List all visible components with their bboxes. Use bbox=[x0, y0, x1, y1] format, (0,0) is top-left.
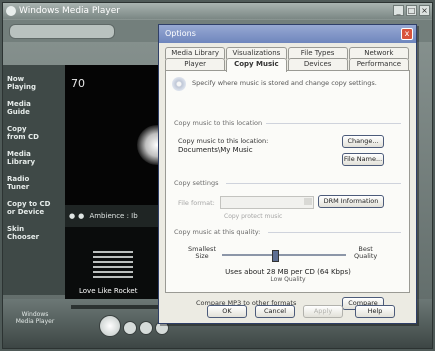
panel-intro: Specify where music is stored and change… bbox=[192, 79, 377, 87]
minimize-icon[interactable]: _ bbox=[393, 5, 404, 16]
stop-button[interactable] bbox=[123, 321, 137, 335]
tab-player[interactable]: Player bbox=[165, 58, 226, 70]
ok-button[interactable]: OK bbox=[207, 305, 247, 318]
quality-estimate-sub: Low Quality bbox=[270, 276, 306, 283]
location-caption: Copy music to this location: bbox=[178, 137, 269, 145]
player-search-box[interactable] bbox=[9, 24, 115, 39]
visualization-name: Ambience : Ib bbox=[89, 212, 138, 220]
previous-button[interactable] bbox=[139, 321, 153, 335]
close-icon[interactable]: × bbox=[419, 5, 430, 16]
copy-protect-checkbox[interactable]: Copy protect music bbox=[224, 213, 282, 220]
quality-group-label: Copy music at this quality: bbox=[174, 228, 261, 236]
sidebar-item-copy-from-cd[interactable]: Copy from CD bbox=[7, 125, 65, 141]
seek-bar[interactable] bbox=[71, 305, 163, 309]
tab-performance[interactable]: Performance bbox=[348, 58, 409, 70]
group-divider bbox=[268, 232, 401, 233]
media-player-logo-icon bbox=[6, 6, 16, 16]
quality-max-label: Best Quality bbox=[354, 245, 378, 260]
maximize-icon[interactable]: □ bbox=[406, 5, 417, 16]
taskbar: Now Playing Media Guide Copy from CD Med… bbox=[3, 65, 65, 295]
playlist-item[interactable]: Love Like Rocket bbox=[79, 287, 137, 295]
sidebar-item-media-library[interactable]: Media Library bbox=[7, 150, 65, 166]
dialog-title: Options bbox=[165, 29, 196, 38]
visualization-counter: 70 bbox=[71, 77, 85, 90]
quality-slider-thumb[interactable] bbox=[272, 250, 279, 262]
sidebar-item-copy-to-device[interactable]: Copy to CD or Device bbox=[7, 200, 65, 216]
file-format-select[interactable] bbox=[220, 196, 314, 209]
quality-min-label: Smallest Size bbox=[188, 245, 216, 260]
cd-icon bbox=[172, 77, 186, 91]
playlist-bars bbox=[93, 251, 133, 281]
cancel-button[interactable]: Cancel bbox=[255, 305, 295, 318]
tab-copy-music[interactable]: Copy Music bbox=[226, 58, 287, 72]
visualization-nav-icon[interactable]: ●● bbox=[69, 205, 87, 227]
change-location-button[interactable]: Change... bbox=[342, 135, 384, 148]
sidebar-item-now-playing[interactable]: Now Playing bbox=[7, 75, 65, 91]
player-window-title: Windows Media Player bbox=[19, 6, 120, 16]
play-button[interactable] bbox=[99, 315, 121, 337]
settings-group-label: Copy settings bbox=[174, 179, 219, 187]
sidebar-item-skin-chooser[interactable]: Skin Chooser bbox=[7, 225, 65, 241]
quality-estimate: Uses about 28 MB per CD (64 Kbps) Low Qu… bbox=[222, 268, 354, 284]
visualization-controls: ●● Ambience : Ib bbox=[65, 205, 167, 227]
brand-label: Windows Media Player bbox=[15, 311, 55, 325]
sidebar-item-radio-tuner[interactable]: Radio Tuner bbox=[7, 175, 65, 191]
drm-information-button[interactable]: DRM Information bbox=[318, 195, 384, 208]
group-divider bbox=[226, 183, 401, 184]
file-name-button[interactable]: File Name... bbox=[342, 153, 384, 166]
tab-row-front: Player Copy Music Devices Performance bbox=[165, 58, 410, 72]
player-title-bar: Windows Media Player _ □ × bbox=[3, 3, 432, 19]
tab-devices[interactable]: Devices bbox=[287, 58, 348, 70]
dialog-close-icon[interactable]: x bbox=[401, 28, 413, 40]
dialog-title-bar: Options x bbox=[159, 25, 416, 43]
copy-music-panel: Specify where music is stored and change… bbox=[165, 70, 410, 310]
apply-button[interactable]: Apply bbox=[303, 305, 343, 318]
file-format-label: File format: bbox=[178, 199, 215, 207]
help-button[interactable]: Help bbox=[355, 305, 395, 318]
location-path: Documents\My Music bbox=[178, 146, 253, 154]
chevron-down-icon[interactable] bbox=[304, 198, 312, 205]
group-divider bbox=[266, 123, 401, 124]
quality-estimate-text: Uses about 28 MB per CD (64 Kbps) bbox=[225, 268, 351, 276]
quality-slider[interactable] bbox=[222, 250, 346, 262]
options-dialog: Options x Media Library Visualizations F… bbox=[158, 24, 417, 324]
playlist-pane: Love Like Rocket bbox=[65, 227, 167, 299]
location-group-label: Copy music to this location bbox=[174, 119, 263, 127]
sidebar-item-media-guide[interactable]: Media Guide bbox=[7, 100, 65, 116]
visualization-pane: 70 bbox=[65, 65, 177, 205]
